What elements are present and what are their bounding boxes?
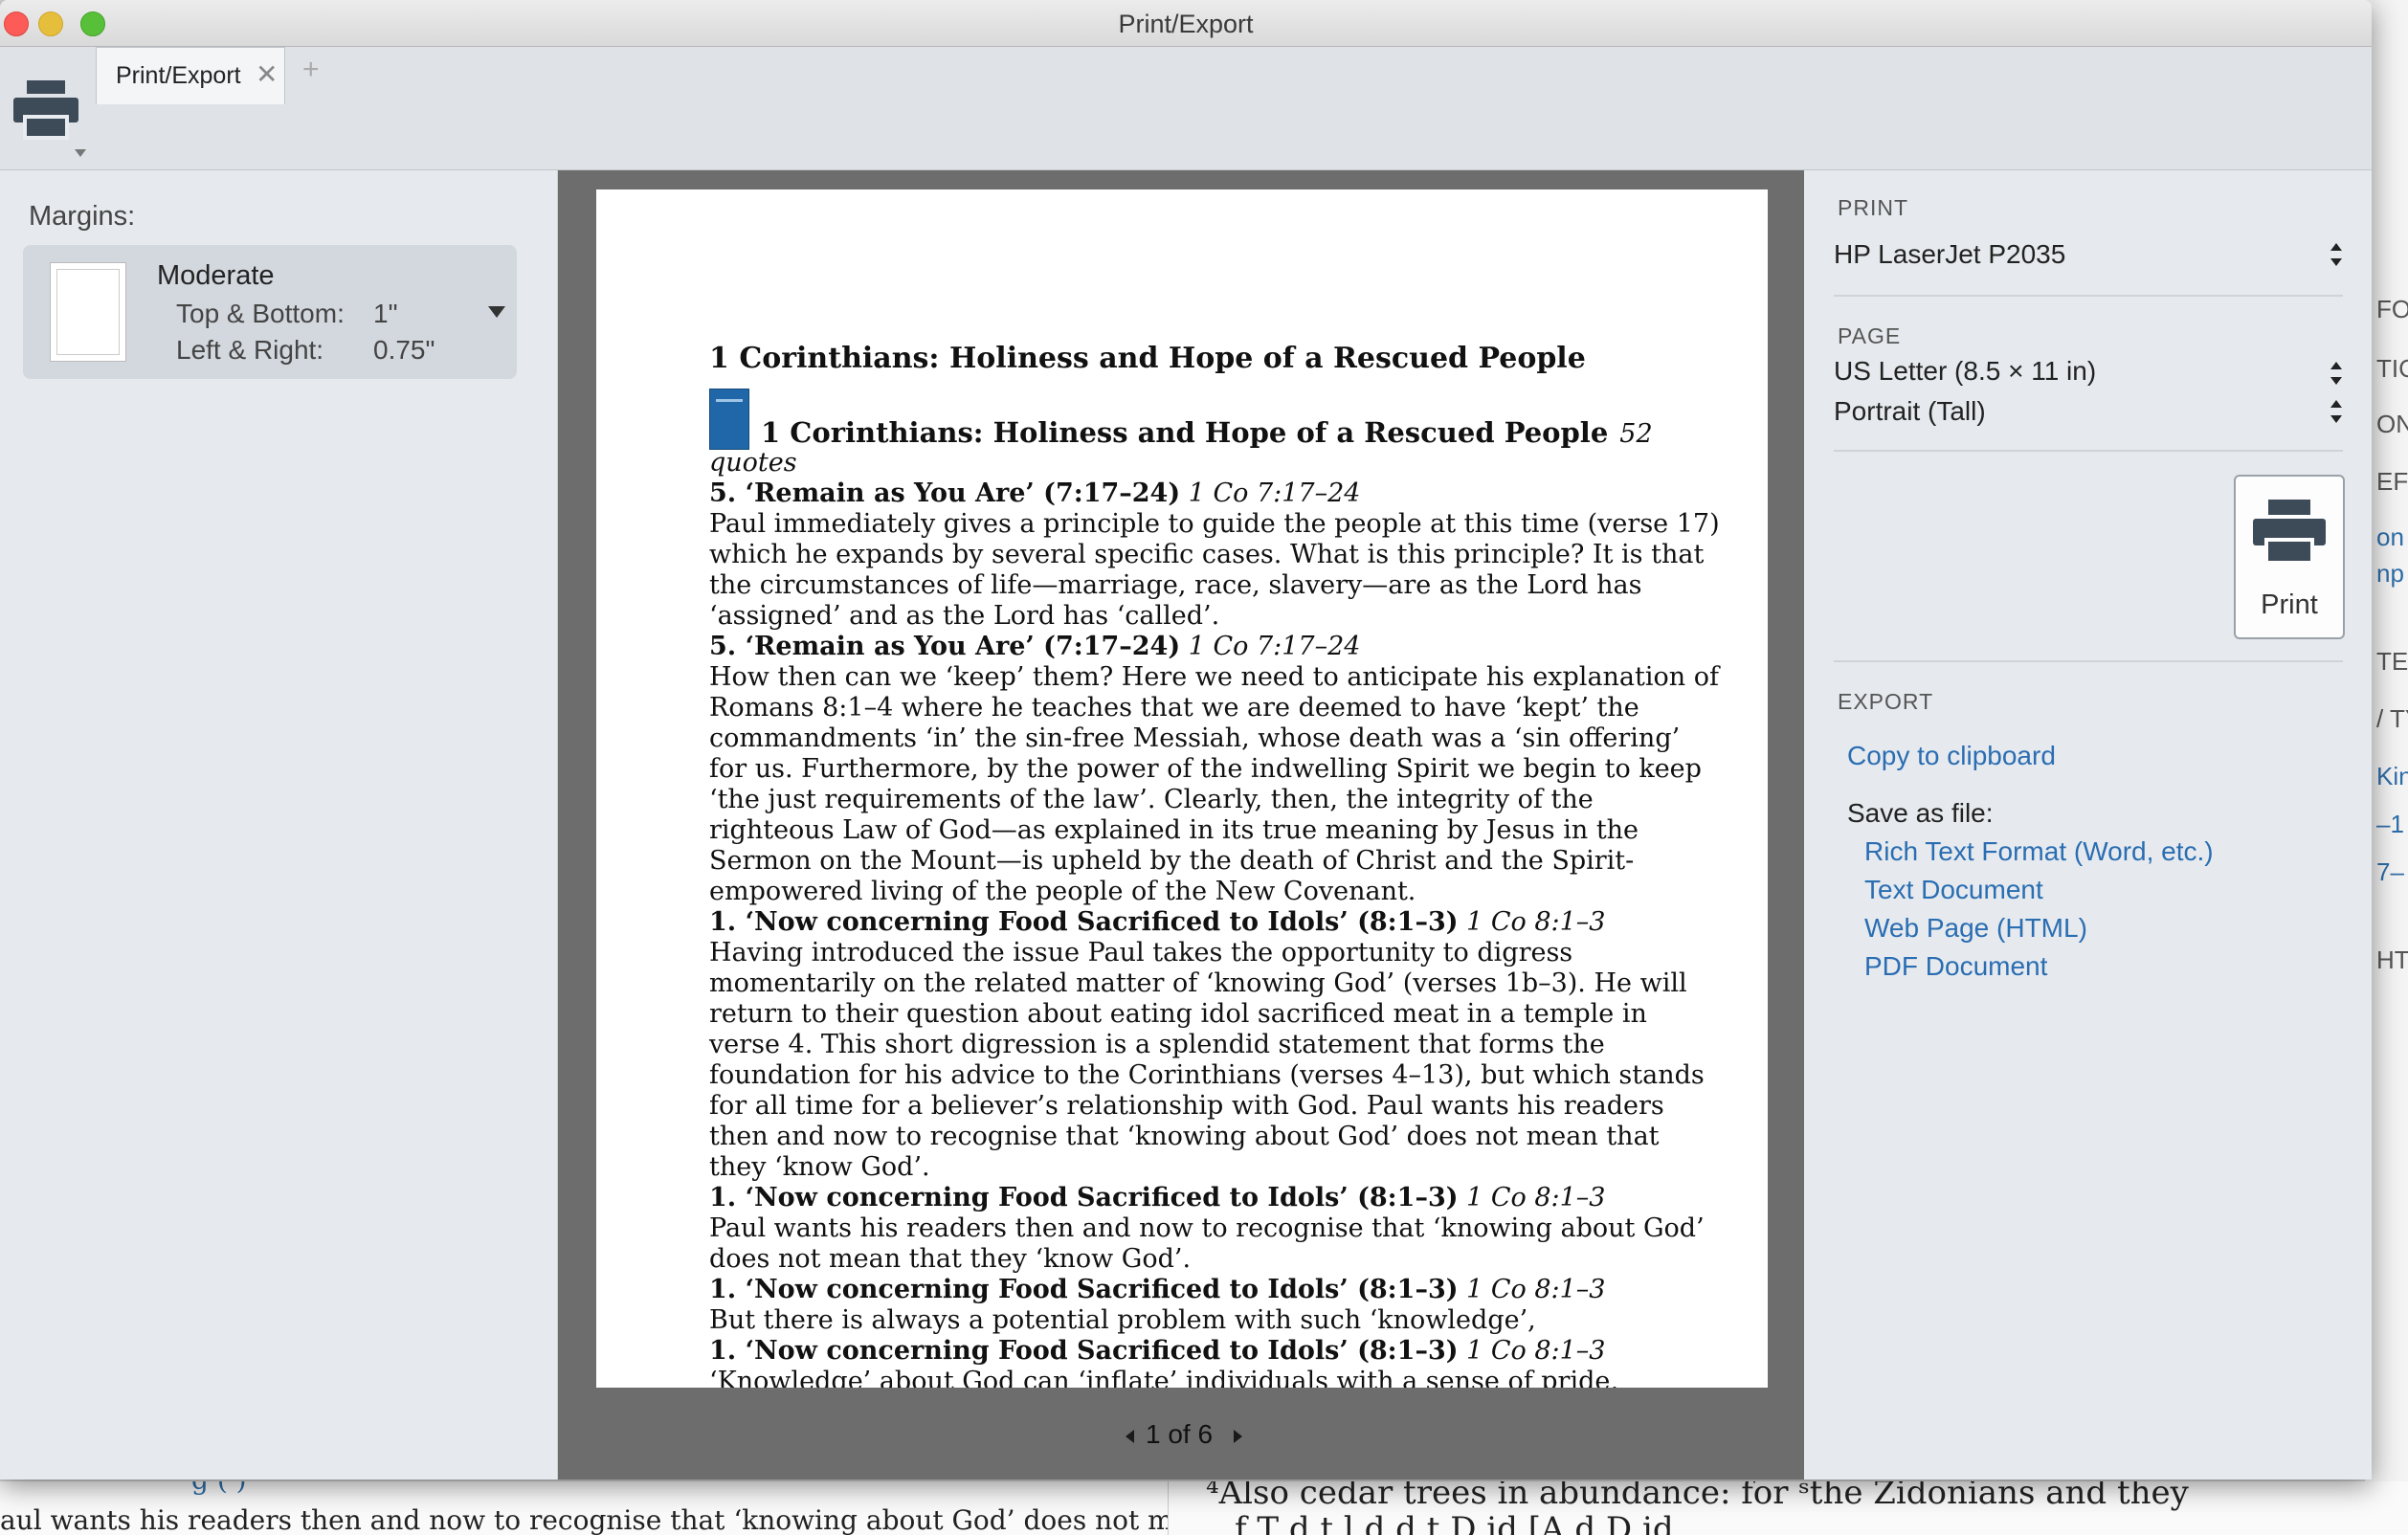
margins-dropdown[interactable]: Moderate Top & Bottom: 1" Left & Right: … (23, 245, 517, 379)
print-section-label: PRINT (1838, 195, 1908, 220)
bg-fragment: ON (2376, 410, 2408, 438)
chevron-down-icon[interactable] (75, 149, 86, 157)
top-bottom-value: 1" (373, 299, 398, 328)
entry-heading: 1. ‘Now concerning Food Sacrificed to Id… (709, 1183, 1606, 1212)
copy-to-clipboard-link[interactable]: Copy to clipboard (1847, 741, 2056, 771)
background-app-bottom-left: g ( ) aul wants his readers then and now… (0, 1481, 1169, 1535)
divider (1834, 295, 2343, 297)
bg-fragment: TES (2376, 647, 2408, 676)
bg-fragment: HTS (2376, 945, 2408, 974)
bg-text: f T d t l d d t D id [A d D id (1235, 1510, 1674, 1535)
save-text-link[interactable]: Text Document (1864, 875, 2043, 905)
bg-fragment: on (2376, 523, 2404, 551)
close-icon[interactable]: ✕ (256, 58, 278, 90)
export-section-label: EXPORT (1838, 689, 1934, 714)
tab-bar (0, 47, 2372, 103)
entry-text: Having introduced the issue Paul takes t… (709, 938, 1705, 1182)
bg-text: g ( ) (191, 1481, 247, 1496)
bg-text: ⁴Also cedar trees in abundance: for ˢthe… (1206, 1481, 2189, 1512)
print-button[interactable]: Print (2234, 475, 2345, 639)
entry-text: Paul immediately gives a principle to gu… (709, 509, 1720, 631)
entry-reference: 1 Co 7:17–24 (1188, 478, 1361, 508)
document-title: 1 Corinthians: Holiness and Hope of a Re… (709, 342, 1586, 375)
quote-entries: 5. ‘Remain as You Are’ (7:17–24) 1 Co 7:… (709, 478, 1724, 1388)
title-bar: Print/Export (0, 0, 2372, 47)
entry-heading: 5. ‘Remain as You Are’ (7:17–24) 1 Co 7:… (709, 632, 1361, 661)
entry-reference: 1 Co 8:1–3 (1466, 1336, 1606, 1366)
previous-page-icon[interactable] (1126, 1430, 1134, 1443)
book-row: 1 Corinthians: Holiness and Hope of a Re… (709, 389, 1724, 450)
printer-select[interactable]: HP LaserJet P2035 (1834, 239, 2065, 270)
entry-heading: 1. ‘Now concerning Food Sacrificed to Id… (709, 1336, 1606, 1366)
print-export-window: Print/Export Print/Export ✕ + Margins: M… (0, 0, 2372, 1479)
updown-chevron-icon[interactable] (2330, 241, 2343, 270)
toolbar (0, 102, 2372, 170)
document-content: 1 Corinthians: Holiness and Hope of a Re… (709, 343, 1724, 1388)
quotes-label: quotes (709, 448, 797, 478)
paper-size-select[interactable]: US Letter (8.5 × 11 in) (1834, 356, 2096, 387)
options-panel: PRINT HP LaserJet P2035 PAGE US Letter (… (1805, 170, 2372, 1479)
save-pdf-link[interactable]: PDF Document (1864, 951, 2047, 982)
save-html-link[interactable]: Web Page (HTML) (1864, 913, 2087, 944)
bg-fragment: TIC (2376, 354, 2408, 383)
margins-label: Margins: (29, 201, 136, 232)
entry-text: But there is always a potential problem … (709, 1305, 1536, 1335)
page-margin-thumbnail-icon (50, 262, 126, 362)
margin-preset-name: Moderate (157, 260, 275, 291)
book-title: 1 Corinthians: Holiness and Hope of a Re… (761, 416, 1653, 449)
save-rtf-link[interactable]: Rich Text Format (Word, etc.) (1864, 836, 2214, 867)
divider (1834, 450, 2343, 452)
bg-fragment: –1 (2376, 810, 2404, 838)
bg-fragment: / TY (2376, 704, 2408, 733)
page-section-label: PAGE (1838, 323, 1902, 348)
bg-fragment: FO (2376, 295, 2408, 323)
entry-reference: 1 Co 7:17–24 (1188, 632, 1361, 661)
printer-icon (2253, 500, 2326, 565)
tab-print-export[interactable]: Print/Export ✕ (96, 47, 285, 104)
save-as-file-label: Save as file: (1847, 798, 1994, 828)
entry-heading: 1. ‘Now concerning Food Sacrificed to Id… (709, 907, 1606, 937)
print-button-label: Print (2261, 590, 2318, 620)
plus-icon[interactable]: + (302, 54, 320, 86)
page-indicator: 1 of 6 (1146, 1419, 1214, 1449)
printer-icon[interactable] (13, 78, 78, 140)
entry-heading: 5. ‘Remain as You Are’ (7:17–24) 1 Co 7:… (709, 478, 1361, 508)
preview-page[interactable]: 1 Corinthians: Holiness and Hope of a Re… (596, 189, 1768, 1388)
entry-text: ‘Knowledge’ about God can ‘inflate’ indi… (709, 1367, 1618, 1388)
bg-fragment: 7– (2376, 857, 2404, 886)
margins-panel: Margins: Moderate Top & Bottom: 1" Left … (0, 170, 558, 1479)
updown-chevron-icon[interactable] (2330, 360, 2343, 389)
print-preview: 1 Corinthians: Holiness and Hope of a Re… (558, 170, 1804, 1479)
bg-fragment: np (2376, 559, 2404, 588)
entry-reference: 1 Co 8:1–3 (1466, 907, 1606, 937)
tab-label: Print/Export (116, 62, 241, 89)
entry-heading: 1. ‘Now concerning Food Sacrificed to Id… (709, 1275, 1606, 1304)
quote-count: 52 (1619, 419, 1653, 449)
entry-text: Paul wants his readers then and now to r… (709, 1213, 1705, 1274)
page-navigator: 1 of 6 (558, 1388, 1804, 1479)
divider (1834, 660, 2343, 662)
window-title: Print/Export (1118, 10, 1254, 38)
top-bottom-label: Top & Bottom: (176, 299, 345, 328)
entry-reference: 1 Co 8:1–3 (1466, 1275, 1606, 1304)
bg-text: aul wants his readers then and now to re… (0, 1504, 1169, 1535)
chevron-down-icon[interactable] (488, 306, 505, 318)
entry-reference: 1 Co 8:1–3 (1466, 1183, 1606, 1212)
left-right-value: 0.75" (373, 335, 435, 365)
orientation-select[interactable]: Portrait (Tall) (1834, 396, 1986, 427)
left-right-label: Left & Right: (176, 335, 324, 365)
bg-fragment: Kin (2376, 762, 2408, 790)
bg-fragment: EFI (2376, 467, 2408, 496)
entry-text: How then can we ‘keep’ them? Here we nee… (709, 662, 1719, 906)
updown-chevron-icon[interactable] (2330, 398, 2343, 427)
book-cover-icon (709, 389, 749, 450)
next-page-icon[interactable] (1234, 1430, 1242, 1443)
